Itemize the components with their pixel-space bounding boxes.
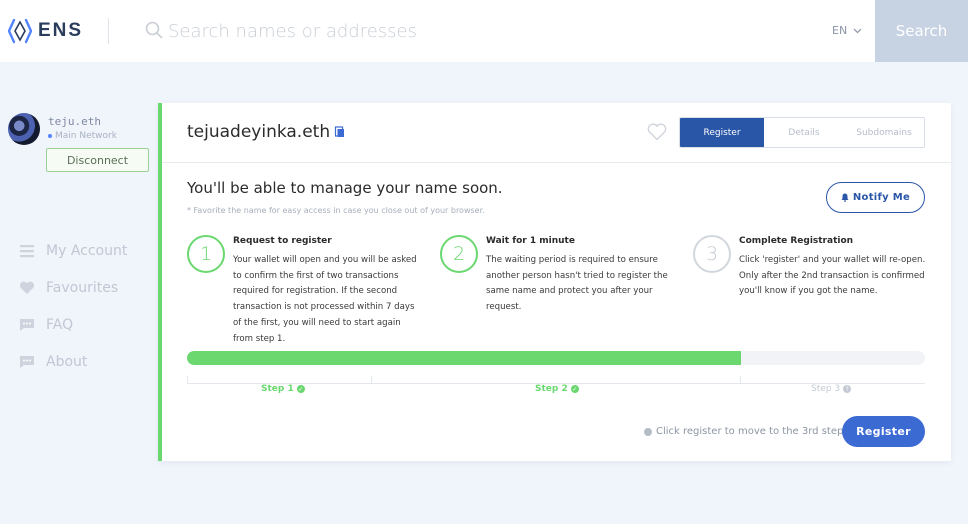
step-label-text: Step 3 bbox=[811, 384, 841, 394]
check-icon: ✓ bbox=[296, 385, 305, 393]
step-number: 3 bbox=[693, 235, 731, 273]
info-dot-icon bbox=[644, 427, 652, 436]
disconnect-button[interactable]: Disconnect bbox=[46, 148, 149, 172]
search-input[interactable] bbox=[168, 14, 808, 48]
account-name: teju.eth bbox=[48, 115, 101, 128]
network-status: Main Network bbox=[48, 131, 117, 141]
domain-title: tejuadeyinka.eth bbox=[187, 122, 345, 142]
status-heading: You'll be able to manage your name soon. bbox=[187, 179, 503, 197]
check-icon: ✓ bbox=[570, 385, 579, 393]
next-step-hint: Click register to move to the 3rd step bbox=[644, 426, 843, 437]
step-3-label: Step 3 ? bbox=[811, 384, 852, 394]
progress-fill bbox=[187, 351, 741, 365]
step-number: 1 bbox=[187, 235, 225, 273]
network-dot-icon bbox=[48, 134, 52, 138]
step-number: 2 bbox=[440, 235, 478, 273]
registration-progress-bar bbox=[187, 351, 925, 365]
name-tabs: Register Details Subdomains bbox=[679, 117, 925, 148]
notify-label: Notify Me bbox=[852, 192, 911, 203]
sidebar-item-label: Favourites bbox=[46, 279, 119, 296]
sidebar-item-my-account[interactable]: My Account bbox=[18, 232, 127, 269]
tab-details[interactable]: Details bbox=[764, 118, 844, 147]
language-value: EN bbox=[832, 24, 848, 37]
chat-icon bbox=[18, 354, 36, 370]
register-button[interactable]: Register bbox=[842, 416, 925, 447]
notify-me-button[interactable]: Notify Me bbox=[826, 182, 925, 213]
favorite-note: * Favorite the name for easy access in c… bbox=[187, 206, 485, 215]
chevron-down-icon bbox=[853, 28, 862, 33]
card-header: tejuadeyinka.eth Register Details Subdom… bbox=[162, 103, 951, 163]
ens-logo[interactable]: ENS bbox=[8, 18, 83, 44]
step-1-label: Step 1 ✓ bbox=[261, 384, 305, 394]
person-icon bbox=[18, 243, 36, 259]
sidebar-item-label: My Account bbox=[46, 242, 128, 259]
heart-icon bbox=[18, 280, 36, 296]
sidebar-item-favourites[interactable]: Favourites bbox=[18, 269, 127, 306]
progress-tick bbox=[371, 376, 372, 384]
search-icon bbox=[145, 21, 163, 43]
step-label-text: Step 1 bbox=[261, 384, 294, 394]
copy-icon[interactable] bbox=[334, 126, 345, 138]
step-description: The waiting period is required to ensure… bbox=[486, 255, 668, 313]
top-bar: ENS EN Search bbox=[0, 0, 968, 62]
sidebar-item-faq[interactable]: FAQ bbox=[18, 306, 127, 343]
registration-card: tejuadeyinka.eth Register Details Subdom… bbox=[158, 103, 951, 461]
step-2-label: Step 2 ✓ bbox=[535, 384, 579, 394]
bell-icon bbox=[841, 193, 849, 202]
sidebar-item-label: About bbox=[46, 353, 88, 370]
hint-text: Click register to move to the 3rd step bbox=[656, 426, 844, 437]
step-title: Request to register bbox=[233, 236, 332, 246]
question-icon: ? bbox=[843, 385, 852, 393]
progress-tick bbox=[187, 376, 188, 384]
step-description: Click 'register' and your wallet will re… bbox=[739, 255, 926, 297]
sidebar-item-about[interactable]: About bbox=[18, 343, 127, 380]
step-label-text: Step 2 bbox=[535, 384, 568, 394]
avatar bbox=[8, 113, 40, 145]
header-divider bbox=[108, 18, 109, 44]
language-select[interactable]: EN bbox=[832, 24, 862, 37]
search-button[interactable]: Search bbox=[875, 0, 968, 62]
sidebar-item-label: FAQ bbox=[46, 316, 74, 333]
step-title: Complete Registration bbox=[739, 236, 854, 246]
progress-tick bbox=[740, 376, 741, 384]
favourite-heart-icon[interactable] bbox=[647, 123, 667, 145]
progress-ticks bbox=[187, 372, 925, 384]
step-description: Your wallet will open and you will be as… bbox=[233, 255, 417, 344]
sidebar-nav: My Account Favourites FAQ About bbox=[18, 232, 127, 380]
chat-icon bbox=[18, 317, 36, 333]
step-title: Wait for 1 minute bbox=[486, 236, 575, 246]
tab-subdomains[interactable]: Subdomains bbox=[844, 118, 924, 147]
domain-name: tejuadeyinka.eth bbox=[187, 122, 331, 142]
logo-text: ENS bbox=[38, 20, 84, 41]
tab-register[interactable]: Register bbox=[680, 118, 764, 147]
network-label: Main Network bbox=[55, 131, 117, 141]
ens-diamond-icon bbox=[8, 18, 32, 44]
